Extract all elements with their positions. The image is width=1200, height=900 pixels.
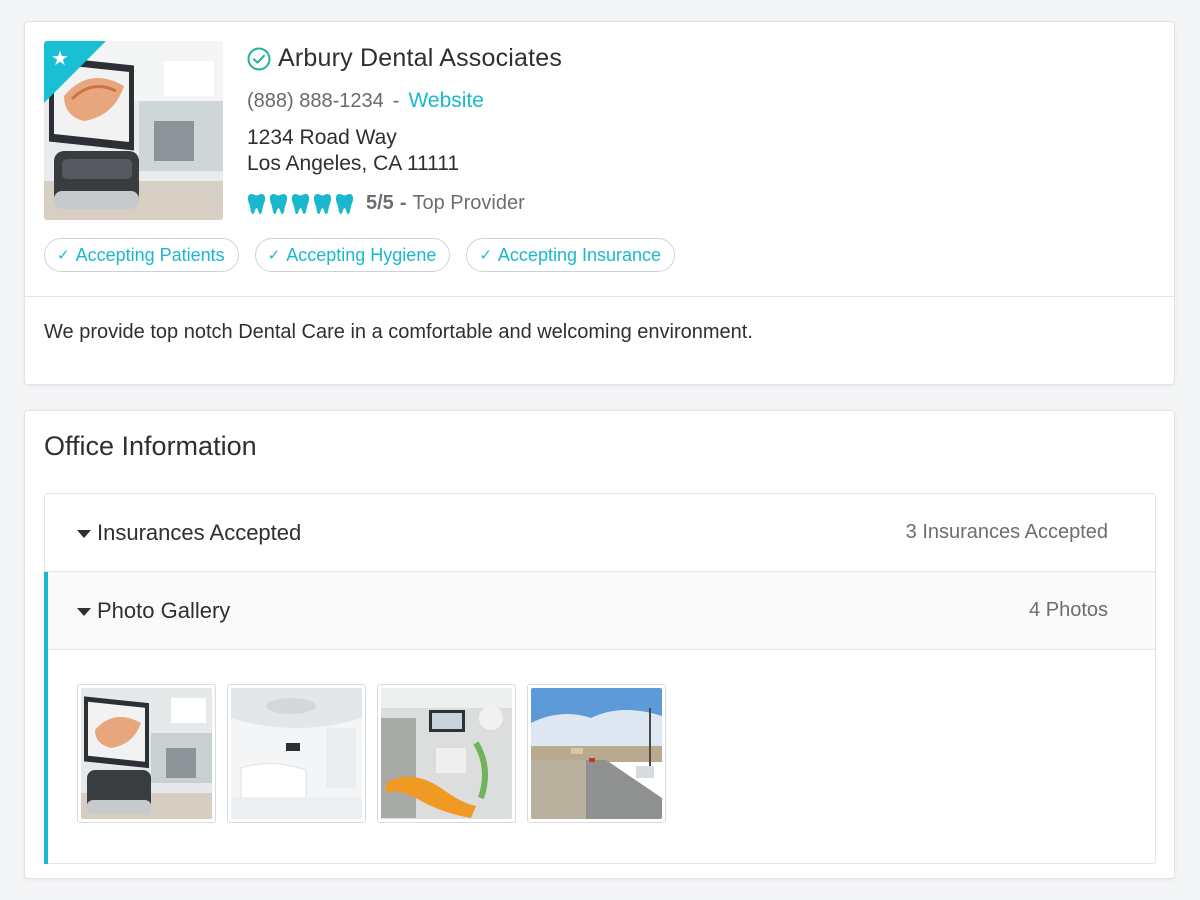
- gallery-photo-dental-scanner[interactable]: [77, 684, 216, 823]
- badge-accepting-patients: ✓ Accepting Patients: [44, 238, 239, 272]
- accordion-summary: 3 Insurances Accepted: [905, 521, 1108, 543]
- rating-dash: -: [399, 192, 407, 214]
- caret-down-icon: [77, 607, 91, 616]
- status-badges: ✓ Accepting Patients ✓ Accepting Hygiene…: [44, 238, 676, 272]
- active-section-indicator: [44, 572, 48, 864]
- rating-score: 5/5: [366, 192, 394, 214]
- address-line-1: 1234 Road Way: [247, 126, 397, 149]
- badge-accepting-insurance: ✓ Accepting Insurance: [466, 238, 676, 272]
- practice-profile-card: ★ Arbury Dental Associates (888) 888-123…: [24, 21, 1175, 385]
- accordion-summary: 4 Photos: [1029, 599, 1108, 621]
- rating-label: Top Provider: [412, 192, 525, 214]
- tooth-icon: [313, 193, 332, 215]
- accordion-toggle-gallery[interactable]: Photo Gallery: [77, 598, 230, 624]
- badge-label: Accepting Hygiene: [286, 244, 437, 265]
- practice-description: We provide top notch Dental Care in a co…: [44, 321, 753, 343]
- rating-teeth: [247, 193, 354, 215]
- office-information-card: Office Information Insurances Accepted 3…: [24, 410, 1175, 879]
- badge-accepting-hygiene: ✓ Accepting Hygiene: [254, 238, 451, 272]
- tooth-icon: [335, 193, 354, 215]
- badge-label: Accepting Patients: [75, 244, 225, 265]
- accordion-insurances-accepted[interactable]: Insurances Accepted 3 Insurances Accepte…: [45, 494, 1155, 572]
- contact-row: (888) 888-1234 - Website: [247, 89, 484, 113]
- check-icon: ✓: [57, 247, 70, 264]
- office-information-title: Office Information: [44, 431, 257, 461]
- gallery-photo-white-clinic[interactable]: [227, 684, 366, 823]
- phone-number[interactable]: (888) 888-1234: [247, 90, 384, 113]
- gallery-photo-street-view[interactable]: [527, 684, 666, 823]
- address-line-2: Los Angeles, CA 11111: [247, 152, 460, 175]
- contact-separator: -: [392, 89, 400, 112]
- rating-row: 5/5 - Top Provider: [247, 192, 525, 215]
- check-icon: ✓: [267, 247, 281, 264]
- accordion-toggle-insurances[interactable]: Insurances Accepted: [77, 520, 301, 546]
- website-link[interactable]: Website: [408, 89, 483, 113]
- tooth-icon: [247, 193, 266, 215]
- office-accordion: Insurances Accepted 3 Insurances Accepte…: [44, 493, 1156, 864]
- tooth-icon: [291, 193, 310, 215]
- accordion-photo-gallery[interactable]: Photo Gallery 4 Photos: [45, 572, 1155, 650]
- badge-label: Accepting Insurance: [497, 244, 662, 265]
- photo-gallery: [77, 684, 666, 823]
- check-icon: ✓: [479, 247, 492, 264]
- card-divider: [25, 296, 1174, 297]
- caret-down-icon: [77, 529, 91, 538]
- accordion-label: Insurances Accepted: [97, 519, 302, 545]
- practice-address: 1234 Road Way Los Angeles, CA 11111: [247, 125, 459, 177]
- tooth-icon: [269, 193, 288, 215]
- practice-name: Arbury Dental Associates: [278, 44, 563, 72]
- practice-title-row: Arbury Dental Associates: [247, 44, 562, 73]
- practice-main-photo[interactable]: ★: [44, 41, 223, 220]
- accordion-label: Photo Gallery: [97, 597, 231, 623]
- gallery-photo-dental-chair[interactable]: [377, 684, 516, 823]
- star-icon: ★: [51, 48, 69, 70]
- verified-check-icon: [247, 47, 271, 71]
